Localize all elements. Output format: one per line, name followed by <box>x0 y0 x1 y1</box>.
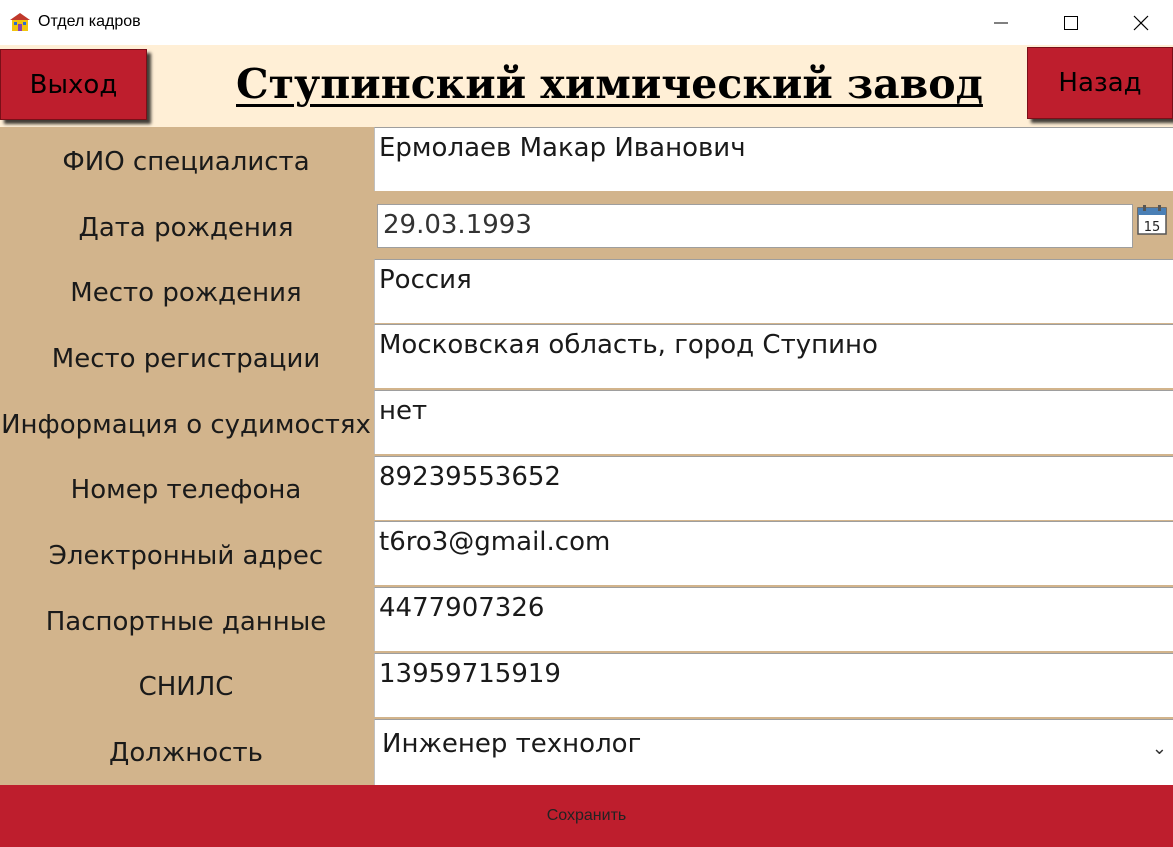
app-header: Выход Ступинский химический завод Назад <box>0 45 1173 127</box>
position-select[interactable]: Инженер технолог ⌄ <box>374 719 1173 785</box>
phone-field[interactable]: 89239553652 <box>374 456 1173 520</box>
criminal-record-label: Информация о судимостях <box>1 410 371 440</box>
maximize-button[interactable] <box>1036 0 1106 45</box>
snils-label: СНИЛС <box>138 672 234 702</box>
maximize-icon <box>1064 15 1078 30</box>
close-icon <box>1133 15 1149 30</box>
fio-field[interactable]: Ермолаев Макар Иванович <box>374 127 1173 191</box>
window-title: Отдел кадров <box>38 13 141 30</box>
building-icon <box>10 13 30 31</box>
save-button[interactable]: Сохранить <box>0 785 1173 847</box>
registration-label: Место регистрации <box>51 344 321 374</box>
calendar-day-text: 15 <box>1144 220 1161 235</box>
email-label: Электронный адрес <box>48 541 324 571</box>
chevron-down-icon[interactable]: ⌄ <box>1152 738 1167 759</box>
birth-place-field[interactable]: Россия <box>374 259 1173 323</box>
passport-label: Паспортные данные <box>45 607 327 637</box>
position-label: Должность <box>109 738 263 768</box>
minimize-icon <box>994 22 1008 23</box>
window-titlebar: Отдел кадров <box>0 0 1173 45</box>
phone-label: Номер телефона <box>70 475 302 505</box>
minimize-button[interactable] <box>966 0 1036 45</box>
registration-field[interactable]: Московская область, город Ступино <box>374 324 1173 388</box>
email-field[interactable]: t6ro3@gmail.com <box>374 521 1173 585</box>
employee-form: ФИО специалиста Ермолаев Макар Иванович … <box>0 127 1173 785</box>
exit-button[interactable]: Выход <box>0 49 147 120</box>
criminal-record-field[interactable]: нет <box>374 390 1173 454</box>
passport-field[interactable]: 4477907326 <box>374 587 1173 651</box>
fio-label: ФИО специалиста <box>62 147 310 177</box>
position-select-value: Инженер технолог <box>382 729 642 759</box>
close-button[interactable] <box>1106 0 1173 45</box>
back-button[interactable]: Назад <box>1027 47 1173 119</box>
birth-place-label: Место рождения <box>70 278 302 308</box>
calendar-icon[interactable]: 15 <box>1137 205 1167 235</box>
snils-field[interactable]: 13959715919 <box>374 653 1173 717</box>
birth-date-label: Дата рождения <box>78 213 294 243</box>
birth-date-field[interactable]: 29.03.1993 <box>377 204 1133 248</box>
page-title: Ступинский химический завод <box>236 60 983 108</box>
birth-date-picker[interactable]: 29.03.1993 15 <box>374 200 1173 254</box>
